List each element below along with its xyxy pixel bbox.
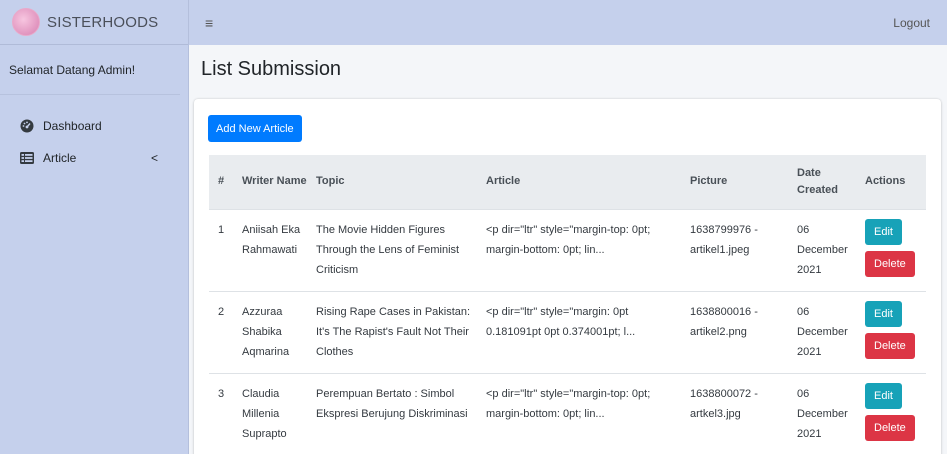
col-date: Date Created bbox=[797, 166, 838, 196]
edit-button[interactable]: Edit bbox=[865, 300, 902, 327]
cell-actions: Edit Delete bbox=[861, 208, 926, 291]
tachometer-icon bbox=[20, 119, 34, 133]
cell-num: 3 bbox=[209, 372, 238, 454]
cell-picture: 1638800072 - artkel3.jpg bbox=[686, 372, 793, 454]
cell-article: <p dir="ltr" style="margin-top: 0pt; mar… bbox=[482, 208, 686, 291]
table-row: 1 Aniisah Eka Rahmawati The Movie Hidden… bbox=[209, 208, 926, 291]
menu-icon[interactable]: ≡ bbox=[205, 15, 213, 31]
sidebar-nav: Dashboard Article < bbox=[0, 95, 188, 174]
cell-topic: Perempuan Bertato : Simbol Ekspresi Beru… bbox=[312, 372, 482, 454]
sidebar-item-dashboard[interactable]: Dashboard bbox=[0, 110, 188, 142]
col-writer: Writer Name bbox=[242, 175, 307, 188]
edit-button[interactable]: Edit bbox=[865, 218, 902, 245]
cell-picture: 1638799976 - artikel1.jpeg bbox=[686, 208, 793, 291]
col-picture: Picture bbox=[690, 175, 728, 188]
delete-button[interactable]: Delete bbox=[865, 332, 915, 359]
cell-date: 06 December 2021 bbox=[793, 372, 861, 454]
cell-num: 1 bbox=[209, 208, 238, 291]
cell-topic: The Movie Hidden Figures Through the Len… bbox=[312, 208, 482, 291]
submission-card: Add New Article # Writer Name Topic Arti… bbox=[194, 99, 941, 454]
list-icon bbox=[20, 151, 34, 165]
col-actions: Actions bbox=[865, 175, 906, 188]
sidebar: SISTERHOODS Selamat Datang Admin! Dashbo… bbox=[0, 0, 189, 454]
cell-actions: Edit Delete bbox=[861, 290, 926, 373]
brand-logo bbox=[12, 8, 40, 36]
add-article-button[interactable]: Add New Article bbox=[208, 115, 302, 142]
cell-num: 2 bbox=[209, 290, 238, 373]
cell-date: 06 December 2021 bbox=[793, 208, 861, 291]
cell-writer: Aniisah Eka Rahmawati bbox=[238, 208, 312, 291]
cell-topic: Rising Rape Cases in Pakistan: It's The … bbox=[312, 290, 482, 373]
col-num: # bbox=[218, 175, 225, 188]
welcome-text: Selamat Datang Admin! bbox=[0, 45, 180, 95]
cell-article: <p dir="ltr" style="margin-top: 0pt; mar… bbox=[482, 372, 686, 454]
sidebar-item-label: Dashboard bbox=[43, 119, 102, 133]
submission-table: # Writer Name Topic Article Picture Date… bbox=[209, 155, 926, 454]
logout-link[interactable]: Logout bbox=[893, 16, 930, 30]
table-row: 2 Azzuraa Shabika Aqmarina Rising Rape C… bbox=[209, 290, 926, 373]
col-topic: Topic bbox=[316, 175, 345, 188]
sidebar-item-label: Article bbox=[43, 151, 77, 165]
cell-actions: Edit Delete bbox=[861, 372, 926, 454]
chevron-left-icon[interactable]: < bbox=[151, 151, 158, 165]
table-row: 3 Claudia Millenia Suprapto Perempuan Be… bbox=[209, 372, 926, 454]
delete-button[interactable]: Delete bbox=[865, 250, 915, 277]
cell-writer: Azzuraa Shabika Aqmarina bbox=[238, 290, 312, 373]
table-header-row: # Writer Name Topic Article Picture Date… bbox=[209, 155, 926, 209]
cell-picture: 1638800016 - artikel2.png bbox=[686, 290, 793, 373]
cell-writer: Claudia Millenia Suprapto bbox=[238, 372, 312, 454]
cell-article: <p dir="ltr" style="margin: 0pt 0.181091… bbox=[482, 290, 686, 373]
sidebar-item-article[interactable]: Article < bbox=[0, 142, 188, 174]
delete-button[interactable]: Delete bbox=[865, 414, 915, 441]
cell-date: 06 December 2021 bbox=[793, 290, 861, 373]
page-title: List Submission bbox=[201, 58, 342, 80]
topbar: ≡ Logout bbox=[189, 0, 947, 45]
brand-name: SISTERHOODS bbox=[47, 13, 159, 31]
brand-link[interactable]: SISTERHOODS bbox=[0, 0, 188, 45]
edit-button[interactable]: Edit bbox=[865, 382, 902, 409]
col-article: Article bbox=[486, 175, 521, 188]
